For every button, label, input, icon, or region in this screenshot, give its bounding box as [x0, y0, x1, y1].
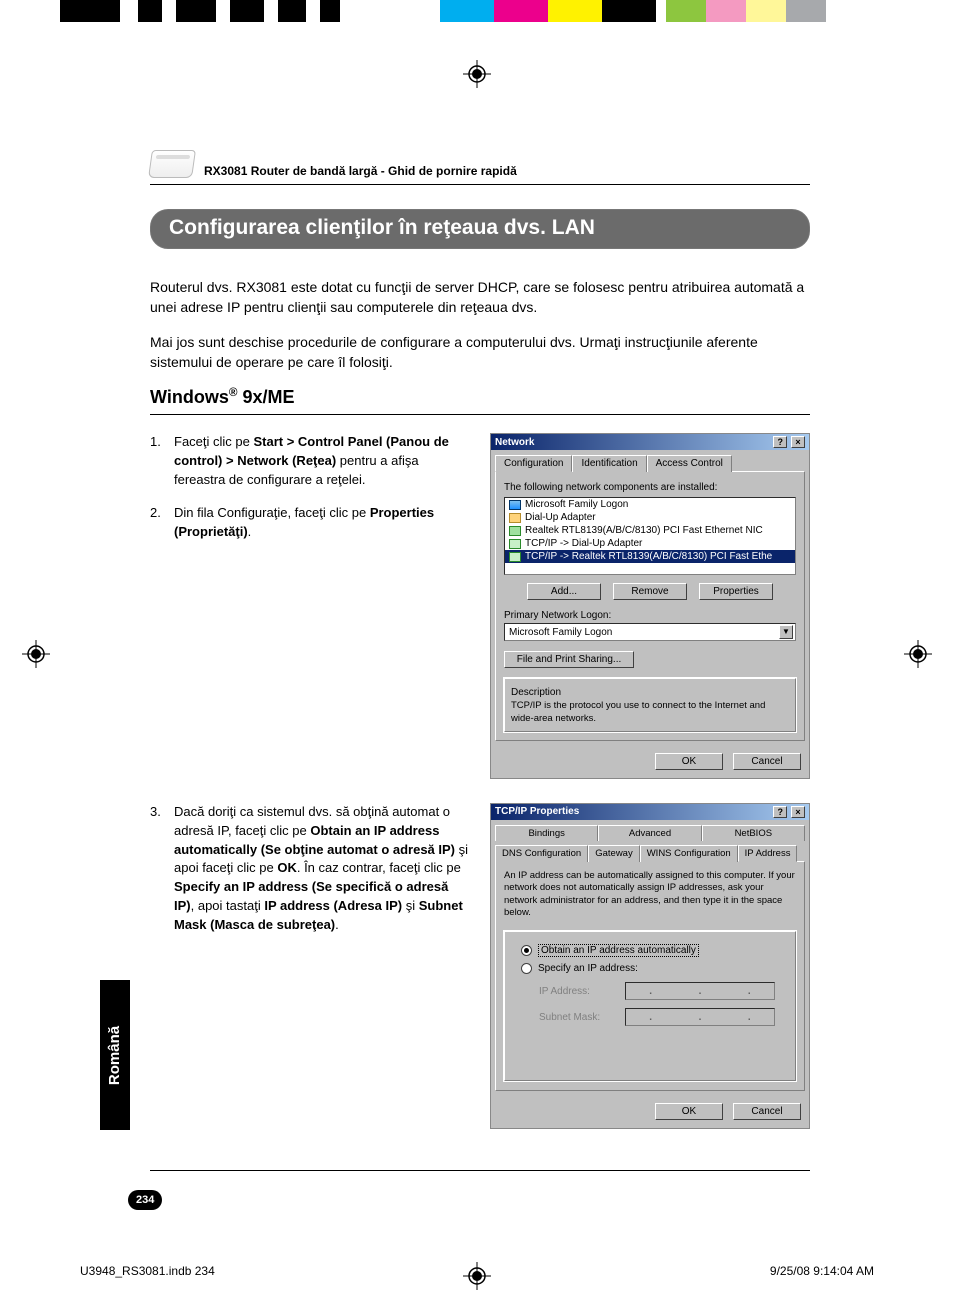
components-label: The following network components are ins… [504, 482, 796, 493]
step-text: Din fila Configuraţie, faceţi clic pe [174, 505, 370, 520]
description-label: Description [511, 687, 789, 698]
tab-ip-address[interactable]: IP Address [738, 845, 798, 862]
adapter-icon [509, 513, 521, 523]
cancel-button[interactable]: Cancel [733, 753, 801, 770]
tab-gateway[interactable]: Gateway [588, 845, 640, 862]
footer-file: U3948_RS3081.indb 234 [80, 1264, 215, 1278]
radio-label: Specify an IP address: [538, 963, 638, 974]
radio-label: Obtain an IP address automatically [538, 944, 699, 957]
tab-bindings[interactable]: Bindings [495, 825, 598, 841]
print-color-bar [0, 0, 954, 22]
components-listbox[interactable]: Microsoft Family Logon Dial-Up Adapter R… [504, 497, 796, 575]
step-bold: IP address (Adresa IP) [264, 898, 402, 913]
help-button[interactable]: ? [773, 436, 787, 448]
step-2: 2. Din fila Configuraţie, faceţi clic pe… [150, 504, 472, 542]
list-item[interactable]: Realtek RTL8139(A/B/C/8130) PCI Fast Eth… [525, 525, 763, 536]
properties-button[interactable]: Properties [699, 583, 773, 600]
titlebar: TCP/IP Properties ? × [491, 804, 809, 820]
protocol-icon [509, 539, 521, 549]
tab-netbios[interactable]: NetBIOS [702, 825, 805, 841]
subheading-suffix: 9x/ME [237, 387, 294, 407]
add-button[interactable]: Add... [527, 583, 601, 600]
radio-obtain-auto[interactable]: Obtain an IP address automatically [521, 944, 789, 957]
radio-icon [521, 963, 532, 974]
section-heading: Configurarea clienţilor în reţeaua dvs. … [150, 209, 810, 249]
registration-mark-icon [904, 640, 932, 668]
primary-logon-dropdown[interactable]: Microsoft Family Logon ▼ [504, 623, 796, 641]
step-body: Din fila Configuraţie, faceţi clic pe Pr… [174, 504, 472, 542]
registration-mark-icon [463, 60, 491, 88]
registration-mark-icon [22, 640, 50, 668]
step-text: . În caz contrar, faceţi clic pe [297, 860, 461, 875]
close-button[interactable]: × [791, 436, 805, 448]
list-item[interactable]: TCP/IP -> Dial-Up Adapter [525, 538, 642, 549]
ok-button[interactable]: OK [655, 753, 723, 770]
list-item[interactable]: Microsoft Family Logon [525, 499, 628, 510]
window-title: Network [495, 437, 534, 448]
step-number: 3. [150, 803, 174, 935]
step-1: 1. Faceţi clic pe Start > Control Panel … [150, 433, 472, 490]
radio-specify[interactable]: Specify an IP address: [521, 963, 789, 974]
step-text: , apoi tastaţi [191, 898, 265, 913]
tab-identification[interactable]: Identification [572, 455, 646, 472]
step-number: 1. [150, 433, 174, 490]
document-title: RX3081 Router de bandă largă - Ghid de p… [204, 164, 517, 178]
footer-rule [150, 1170, 810, 1171]
step-number: 2. [150, 504, 174, 542]
tab-access-control[interactable]: Access Control [647, 455, 732, 472]
close-button[interactable]: × [791, 806, 805, 818]
protocol-icon [509, 552, 521, 562]
dropdown-value: Microsoft Family Logon [509, 627, 612, 638]
tab-dns[interactable]: DNS Configuration [495, 845, 588, 862]
client-icon [509, 500, 521, 510]
ip-description: An IP address can be automatically assig… [504, 870, 796, 919]
intro-paragraph-2: Mai jos sunt deschise procedurile de con… [150, 332, 810, 373]
tab-configuration[interactable]: Configuration [495, 455, 572, 472]
ip-address-input[interactable]: ... [625, 982, 775, 1000]
step-text: Faceţi clic pe [174, 434, 253, 449]
list-item[interactable]: Dial-Up Adapter [525, 512, 596, 523]
intro-paragraph-1: Routerul dvs. RX3081 este dotat cu funcţ… [150, 277, 810, 318]
description-text: TCP/IP is the protocol you use to connec… [511, 700, 789, 725]
page-content: RX3081 Router de bandă largă - Ghid de p… [150, 150, 810, 1153]
chevron-down-icon[interactable]: ▼ [779, 625, 793, 639]
step-text: . [248, 524, 252, 539]
network-dialog-screenshot: Network ? × Configuration Identification… [490, 433, 810, 779]
tab-wins[interactable]: WINS Configuration [640, 845, 738, 862]
step-text: . [335, 917, 339, 932]
subnet-mask-label: Subnet Mask: [539, 1012, 609, 1023]
nic-icon [509, 526, 521, 536]
page-number-badge: 234 [128, 1190, 162, 1210]
print-footer: U3948_RS3081.indb 234 9/25/08 9:14:04 AM [80, 1264, 874, 1278]
router-icon [148, 150, 196, 178]
subheading-prefix: Windows [150, 387, 229, 407]
step-body: Dacă doriţi ca sistemul dvs. să obţină a… [174, 803, 472, 935]
cancel-button[interactable]: Cancel [733, 1103, 801, 1120]
ok-button[interactable]: OK [655, 1103, 723, 1120]
language-label: Română [107, 1025, 124, 1084]
file-print-sharing-button[interactable]: File and Print Sharing... [504, 651, 634, 668]
language-tab: Română [100, 980, 130, 1130]
step-3: 3. Dacă doriţi ca sistemul dvs. să obţin… [150, 803, 472, 935]
titlebar: Network ? × [491, 434, 809, 450]
ip-address-label: IP Address: [539, 986, 609, 997]
step-text: şi [402, 898, 419, 913]
subnet-mask-input[interactable]: ... [625, 1008, 775, 1026]
step-body: Faceţi clic pe Start > Control Panel (Pa… [174, 433, 472, 490]
primary-logon-label: Primary Network Logon: [504, 610, 796, 621]
help-button[interactable]: ? [773, 806, 787, 818]
remove-button[interactable]: Remove [613, 583, 687, 600]
tcpip-properties-screenshot: TCP/IP Properties ? × Bindings Advanced … [490, 803, 810, 1129]
page-header: RX3081 Router de bandă largă - Ghid de p… [150, 150, 810, 185]
os-subheading: Windows® 9x/ME [150, 386, 810, 415]
radio-icon [521, 945, 532, 956]
list-item-selected[interactable]: TCP/IP -> Realtek RTL8139(A/B/C/8130) PC… [525, 551, 772, 562]
window-title: TCP/IP Properties [495, 806, 579, 817]
tab-advanced[interactable]: Advanced [598, 825, 701, 841]
step-bold: OK [277, 860, 297, 875]
footer-date: 9/25/08 9:14:04 AM [770, 1264, 874, 1278]
